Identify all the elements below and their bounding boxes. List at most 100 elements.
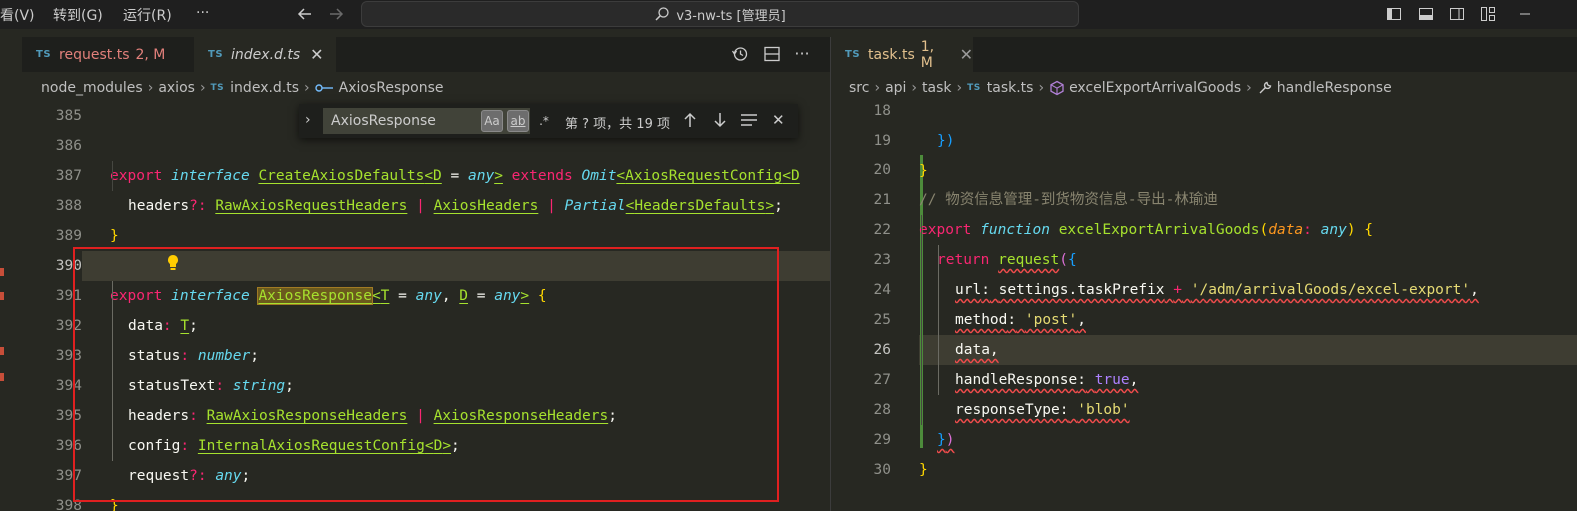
menu-goto[interactable]: 转到(G): [53, 5, 103, 25]
code-line: handleResponse: true,: [955, 372, 1139, 388]
close-icon[interactable]: ✕: [772, 111, 785, 129]
typescript-file-icon: TS: [210, 83, 225, 93]
diff-gutter-mark: [0, 268, 4, 276]
close-icon[interactable]: ✕: [310, 45, 323, 64]
forward-arrow-icon[interactable]: [326, 4, 346, 24]
line-number: 19: [873, 133, 891, 149]
tab-label: index.d.ts: [231, 46, 301, 63]
toggle-secondary-sidebar-icon[interactable]: [1447, 4, 1467, 24]
line-number: 389: [55, 228, 82, 244]
line-number: 398: [55, 498, 82, 511]
line-number: 387: [55, 168, 82, 184]
previous-match-arrow-icon[interactable]: [682, 111, 698, 133]
line-number: 28: [873, 402, 891, 418]
code-line: export interface CreateAxiosDefaults<D =…: [110, 168, 800, 184]
split-editor-icon[interactable]: [762, 44, 782, 64]
line-number: 22: [873, 222, 891, 238]
command-center-label: v3-nw-ts [管理员]: [676, 8, 786, 24]
line-number: 395: [55, 408, 82, 424]
tab-status: 2, M: [135, 46, 166, 63]
tab-label: task.ts: [868, 46, 915, 63]
tab-index-d-ts[interactable]: TS index.d.ts ✕: [194, 37, 336, 72]
typescript-file-icon: TS: [36, 49, 52, 60]
diff-gutter-mark: [0, 373, 4, 381]
title-bar: 看(V) 转到(G) 运行(R) ··· v3-nw-ts [管理员]: [0, 0, 1577, 29]
right-tab-bar: TS task.ts 1, M ✕: [831, 37, 1577, 72]
toggle-panel-icon[interactable]: [1416, 4, 1436, 24]
line-number: 29: [873, 432, 891, 448]
code-line: }): [937, 133, 955, 149]
code-line: headers: RawAxiosResponseHeaders | Axios…: [128, 408, 617, 424]
breadcrumb-item[interactable]: handleResponse: [1277, 80, 1392, 96]
typescript-file-icon: TS: [208, 49, 224, 60]
breadcrumb-item[interactable]: index.d.ts: [230, 80, 299, 96]
match-whole-word-option[interactable]: ab: [507, 110, 529, 132]
code-line: headers?: RawAxiosRequestHeaders | Axios…: [128, 198, 783, 214]
line-number: 392: [55, 318, 82, 334]
line-number: 21: [873, 192, 891, 208]
indent-guide: [938, 245, 939, 395]
breadcrumb-item[interactable]: axios: [158, 80, 195, 96]
close-icon[interactable]: ✕: [960, 45, 973, 64]
line-number: 396: [55, 438, 82, 454]
code-line: data,: [955, 342, 999, 358]
code-line: }: [110, 498, 119, 511]
indent-guide: [112, 161, 113, 191]
code-line: }: [919, 163, 928, 179]
timeline-history-icon[interactable]: [730, 44, 750, 64]
diff-gutter-mark: [0, 292, 4, 300]
match-case-option[interactable]: Aa: [481, 110, 503, 132]
code-comment: // 物资信息管理-到货物资信息-导出-林瑜迪: [919, 192, 1218, 208]
toggle-replace-chevron-icon[interactable]: ›: [305, 112, 311, 128]
breadcrumb-item[interactable]: node_modules: [41, 80, 143, 96]
left-tab-bar: TS request.ts 2, M TS index.d.ts ✕ ···: [22, 37, 830, 72]
diff-gutter-mark: [0, 347, 4, 355]
typescript-file-icon: TS: [967, 83, 981, 93]
breadcrumb-item[interactable]: excelExportArrivalGoods: [1069, 80, 1241, 96]
line-number: 18: [873, 103, 891, 119]
back-arrow-icon[interactable]: [295, 4, 315, 24]
find-widget: › AxiosResponse Aa ab .* 第 ? 项，共 19 项 ✕: [299, 104, 798, 138]
wrench-symbol-icon: [1259, 81, 1272, 94]
minimize-window-icon[interactable]: [1515, 4, 1535, 24]
line-number: 394: [55, 378, 82, 394]
breadcrumb-right: src › api › task › TS task.ts › excelExp…: [849, 80, 1392, 96]
use-regex-option[interactable]: .*: [533, 110, 555, 132]
menu-more[interactable]: ···: [196, 5, 209, 21]
menu-view[interactable]: 看(V): [0, 5, 35, 25]
breadcrumb-item[interactable]: src: [849, 80, 869, 96]
search-icon: [655, 7, 669, 21]
find-in-selection-icon[interactable]: [740, 112, 758, 132]
toggle-primary-sidebar-icon[interactable]: [1384, 4, 1404, 24]
tab-task-ts[interactable]: TS task.ts 1, M ✕: [831, 37, 973, 72]
more-actions-icon[interactable]: ···: [792, 43, 812, 63]
line-number: 26: [873, 342, 891, 358]
breadcrumb-item[interactable]: AxiosResponse: [339, 80, 444, 96]
line-number: 24: [873, 282, 891, 298]
code-line: url: settings.taskPrefix + '/adm/arrival…: [955, 282, 1479, 298]
code-line: return request({: [937, 252, 1077, 268]
line-number: 397: [55, 468, 82, 484]
line-number: 20: [873, 162, 891, 178]
breadcrumb-item[interactable]: task: [922, 80, 951, 96]
current-line-highlight: [919, 335, 1577, 365]
breadcrumb-item[interactable]: task.ts: [987, 80, 1034, 96]
current-line-highlight: [82, 251, 830, 281]
breadcrumb-item[interactable]: api: [885, 80, 906, 96]
typescript-file-icon: TS: [845, 49, 861, 60]
left-editor[interactable]: 385 386 export interface CreateAxiosDefa…: [22, 100, 830, 511]
indent-guide: [112, 281, 113, 461]
customize-layout-icon[interactable]: [1478, 4, 1498, 24]
indent-guide: [921, 215, 922, 425]
line-number: 386: [55, 138, 82, 154]
command-center-search[interactable]: v3-nw-ts [管理员]: [361, 1, 1079, 27]
menu-run[interactable]: 运行(R): [123, 5, 172, 25]
code-line: }): [937, 432, 955, 448]
code-line: export interface AxiosResponse<T = any, …: [110, 287, 547, 305]
code-line: export function excelExportArrivalGoods(…: [919, 222, 1374, 238]
tab-request-ts[interactable]: TS request.ts 2, M: [22, 37, 192, 72]
right-editor[interactable]: 18 }) 19 } 20 // 物资信息管理-到货物资信息-导出-林瑜迪 21…: [831, 100, 1577, 511]
code-line: }: [919, 462, 928, 478]
line-number: 27: [873, 372, 891, 388]
next-match-arrow-icon[interactable]: [712, 111, 728, 133]
